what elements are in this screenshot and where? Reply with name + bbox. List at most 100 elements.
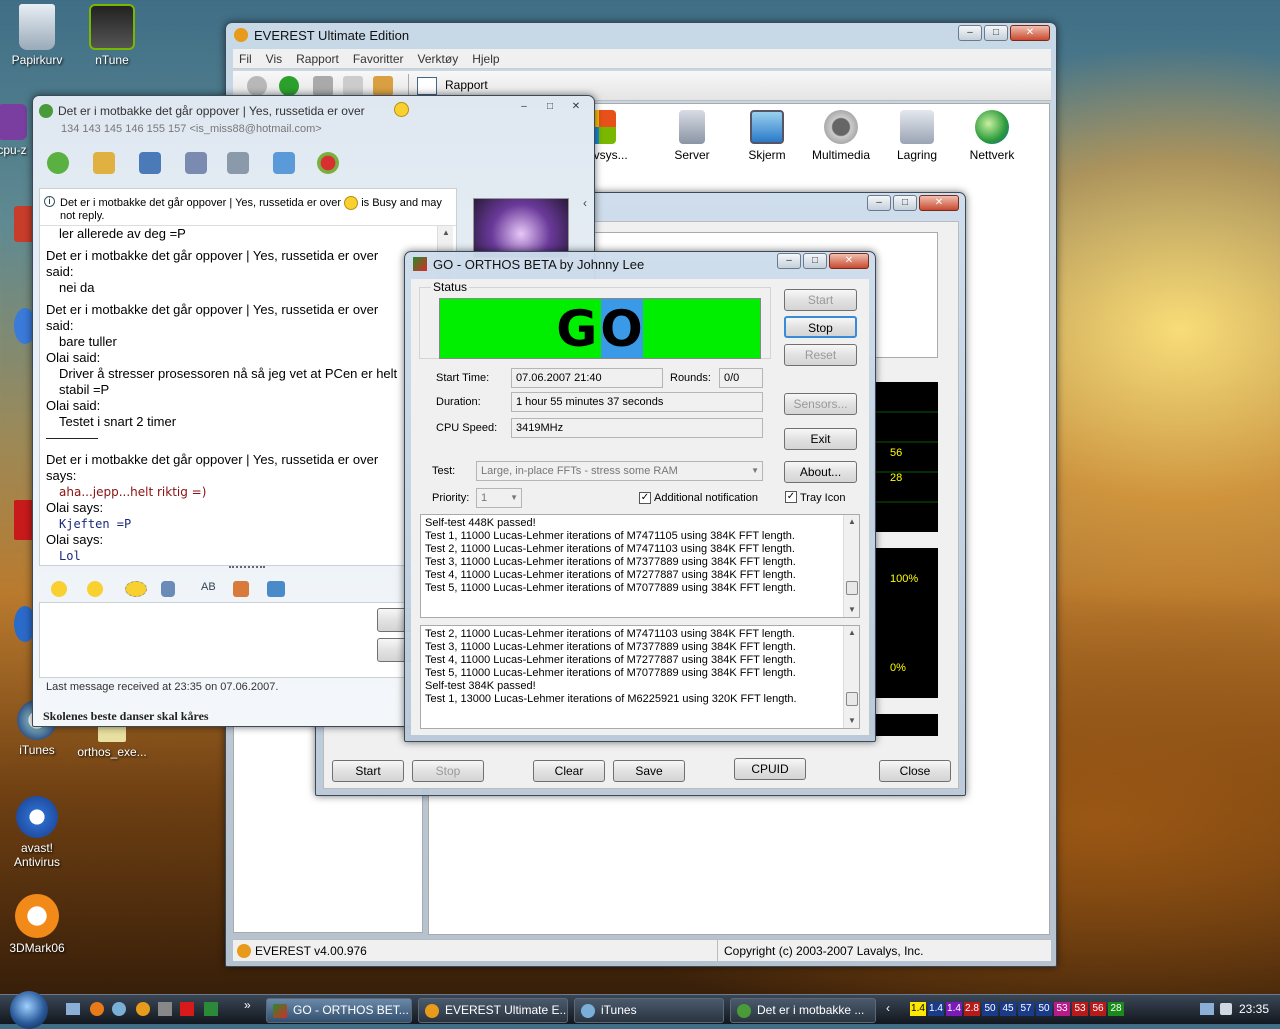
maximize-button[interactable]: □ — [984, 25, 1008, 41]
scroll-up-icon[interactable]: ▲ — [844, 515, 860, 529]
tray-expand-icon[interactable]: ‹ — [886, 1001, 890, 1015]
menu-vis[interactable]: Vis — [266, 49, 282, 68]
tray-monitor-value[interactable]: 57 — [1018, 1002, 1034, 1016]
tray-monitor-value[interactable]: 56 — [1090, 1002, 1106, 1016]
up-icon[interactable] — [313, 76, 333, 96]
scroll-thumb[interactable] — [846, 692, 858, 706]
tray-monitor-value[interactable]: 1.4 — [928, 1002, 944, 1016]
minimize-button[interactable]: – — [867, 195, 891, 211]
close-button[interactable]: ✕ — [919, 195, 959, 211]
menu-verktoy[interactable]: Verktøy — [418, 49, 459, 68]
maximize-button[interactable]: □ — [803, 253, 827, 269]
orthos-stop-button[interactable]: Stop — [784, 316, 857, 338]
block-icon[interactable] — [317, 152, 339, 174]
tray-network-icon[interactable] — [1200, 1003, 1214, 1015]
forward-icon[interactable] — [279, 76, 299, 96]
collapse-arrow-icon[interactable]: ‹ — [583, 196, 587, 210]
category-multimedia[interactable]: Multimedia — [801, 110, 881, 162]
quicklaunch-app-icon[interactable] — [158, 1002, 172, 1016]
tray-monitor-value[interactable]: 28 — [1108, 1002, 1124, 1016]
tray-monitor-value[interactable]: 45 — [1000, 1002, 1016, 1016]
quicklaunch-firefox-icon[interactable] — [90, 1002, 104, 1016]
start-orb-icon[interactable] — [10, 991, 48, 1029]
test-select[interactable]: Large, in-place FFTs - stress some RAM ▼ — [476, 461, 763, 481]
stability-save-button[interactable]: Save — [613, 760, 685, 782]
sensors-button[interactable]: Sensors... — [784, 393, 857, 415]
share-folders-icon[interactable] — [93, 152, 115, 174]
maximize-button[interactable]: □ — [893, 195, 917, 211]
font-icon[interactable]: AB — [201, 581, 216, 593]
taskbar-button-orthos[interactable]: GO - ORTHOS BET... — [266, 998, 412, 1023]
voice-clip-icon[interactable] — [161, 581, 175, 597]
category-server[interactable]: Server — [652, 110, 732, 162]
log-pane-2[interactable]: Test 2, 11000 Lucas-Lehmer iterations of… — [420, 625, 860, 729]
tray-volume-icon[interactable] — [1220, 1003, 1232, 1015]
splitter-grip[interactable] — [229, 566, 265, 570]
scroll-down-icon[interactable]: ▼ — [844, 714, 860, 728]
stability-cpuid-button[interactable]: CPUID — [734, 758, 806, 780]
tray-monitor-value[interactable]: 53 — [1072, 1002, 1088, 1016]
additional-notification-checkbox[interactable]: ✓ — [639, 492, 651, 504]
wink-icon[interactable] — [87, 581, 103, 597]
quicklaunch-itunes-icon[interactable] — [112, 1002, 126, 1016]
menu-rapport[interactable]: Rapport — [296, 49, 339, 68]
more-options-icon[interactable] — [267, 581, 285, 597]
desktop-icon-avast[interactable]: avast! Antivirus — [0, 796, 77, 869]
nudge-icon[interactable] — [125, 581, 147, 597]
log1-scrollbar[interactable]: ▲ ▼ — [843, 515, 859, 617]
report-button[interactable]: Rapport — [445, 78, 488, 92]
category-nettverk[interactable]: Nettverk — [952, 110, 1032, 162]
menu-fil[interactable]: Fil — [239, 49, 252, 68]
scroll-up-icon[interactable]: ▲ — [438, 226, 454, 240]
desktop-icon-papirkurv[interactable]: Papirkurv — [0, 4, 77, 67]
quicklaunch-app-icon[interactable] — [204, 1002, 218, 1016]
orthos-reset-button[interactable]: Reset — [784, 344, 857, 366]
emoticon-icon[interactable] — [51, 581, 67, 597]
orthos-window[interactable]: GO - ORTHOS BETA by Johnny Lee – □ ✕ Statu… — [404, 251, 876, 742]
category-lagring[interactable]: Lagring — [877, 110, 957, 162]
quicklaunch-everest-icon[interactable] — [136, 1002, 150, 1016]
priority-select[interactable]: 1 ▼ — [476, 488, 522, 508]
menu-favoritter[interactable]: Favoritter — [353, 49, 404, 68]
category-skjerm[interactable]: Skjerm — [727, 110, 807, 162]
tray-monitor-value[interactable]: 53 — [1054, 1002, 1070, 1016]
background-icon[interactable] — [233, 581, 249, 597]
taskbar-button-messenger[interactable]: Det er i motbakke ... — [730, 998, 876, 1023]
clock[interactable]: 23:35 — [1239, 1002, 1269, 1016]
users-icon[interactable] — [373, 76, 393, 96]
scroll-up-icon[interactable]: ▲ — [844, 626, 860, 640]
back-icon[interactable] — [247, 76, 267, 96]
video-icon[interactable] — [227, 152, 249, 174]
taskbar-button-everest[interactable]: EVEREST Ultimate E... — [418, 998, 568, 1023]
minimize-button[interactable]: – — [512, 100, 536, 116]
stability-clear-button[interactable]: Clear — [533, 760, 605, 782]
tray-monitor-value[interactable]: 2.8 — [964, 1002, 980, 1016]
phone-icon[interactable] — [185, 152, 207, 174]
close-button[interactable]: ✕ — [829, 253, 869, 269]
phone-call-icon[interactable] — [139, 152, 161, 174]
orthos-start-button[interactable]: Start — [784, 289, 857, 311]
scroll-down-icon[interactable]: ▼ — [844, 603, 860, 617]
invite-contact-icon[interactable] — [47, 152, 69, 174]
everest-titlebar[interactable]: EVEREST Ultimate Edition — [226, 23, 1056, 47]
chat-bottom-banner[interactable]: Skolenes beste danser skal kåres — [43, 709, 209, 724]
close-button[interactable]: ✕ — [564, 100, 588, 116]
tray-monitor-value[interactable]: 50 — [1036, 1002, 1052, 1016]
minimize-button[interactable]: – — [958, 25, 982, 41]
minimize-button[interactable]: – — [777, 253, 801, 269]
stability-start-button[interactable]: Start — [332, 760, 404, 782]
close-button[interactable]: ✕ — [1010, 25, 1050, 41]
desktop-icon-ntune[interactable]: nTune — [72, 4, 152, 67]
orthos-exit-button[interactable]: Exit — [784, 428, 857, 450]
tray-monitor-value[interactable]: 50 — [982, 1002, 998, 1016]
taskbar-button-itunes[interactable]: iTunes — [574, 998, 724, 1023]
maximize-button[interactable]: □ — [538, 100, 562, 116]
stability-close-button[interactable]: Close — [879, 760, 951, 782]
tray-icon-checkbox[interactable]: ✓ — [785, 491, 797, 503]
log2-scrollbar[interactable]: ▲ ▼ — [843, 626, 859, 728]
quicklaunch-more-icon[interactable]: » — [244, 998, 251, 1012]
orthos-about-button[interactable]: About... — [784, 461, 857, 483]
stability-stop-button[interactable]: Stop — [412, 760, 484, 782]
menu-hjelp[interactable]: Hjelp — [472, 49, 499, 68]
refresh-icon[interactable] — [343, 76, 363, 96]
